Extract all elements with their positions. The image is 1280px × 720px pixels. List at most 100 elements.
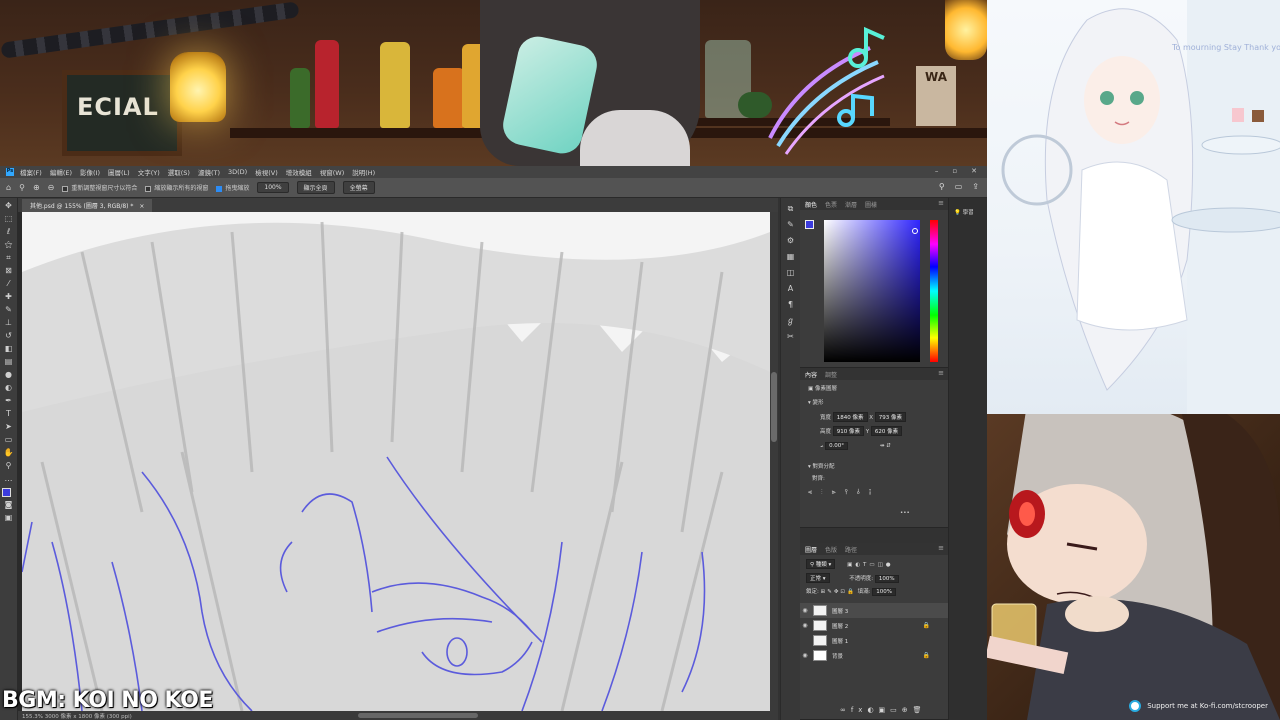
share-icon[interactable]: ⇪ [972, 182, 979, 191]
tab-properties[interactable]: 內容 [805, 370, 817, 379]
screen-mode-icon[interactable]: ▣ [3, 513, 15, 523]
menu-filter[interactable]: 濾鏡(T) [198, 167, 220, 177]
zoom-tool-icon[interactable]: ⚲ [19, 183, 25, 192]
menu-edit[interactable]: 編輯(E) [50, 167, 72, 177]
blend-mode-dropdown[interactable]: 正常 ▾ [806, 573, 830, 583]
fill-field[interactable]: 100% [872, 588, 896, 596]
panel-menu-icon[interactable]: ≡ [938, 369, 944, 377]
menu-type[interactable]: 文字(Y) [138, 167, 160, 177]
scrollbar-thumb[interactable] [771, 372, 777, 442]
scrubby-zoom-checkbox[interactable]: 拖曳縮放 [216, 183, 249, 192]
layer-row[interactable]: ◉ 背景 🔒 [800, 648, 948, 663]
blur-tool-icon[interactable]: ● [3, 370, 15, 380]
tab-swatches[interactable]: 色票 [825, 200, 837, 209]
foreground-color-swatch[interactable] [805, 220, 814, 229]
zoom-100-button[interactable]: 100% [257, 182, 289, 193]
minimize-icon[interactable]: – [935, 167, 939, 175]
tool-presets-icon[interactable]: ✂ [785, 332, 797, 342]
history-brush-tool-icon[interactable]: ↺ [3, 331, 15, 341]
canvas-area[interactable] [18, 212, 770, 711]
x-field[interactable]: 793 像素 [874, 412, 907, 422]
brush-tool-icon[interactable]: ✎ [3, 305, 15, 315]
swatches-icon[interactable]: ▦ [785, 252, 797, 262]
opacity-field[interactable]: 100% [874, 575, 899, 583]
zoom-in-icon[interactable]: ⊕ [33, 183, 40, 192]
visibility-eye-icon[interactable]: ◉ [800, 652, 810, 659]
zoom-tool-icon[interactable]: ⚲ [3, 461, 15, 471]
angle-field[interactable]: 0.00° [825, 442, 849, 450]
close-tab-icon[interactable]: × [139, 203, 144, 210]
character-panel-icon[interactable]: A [785, 284, 797, 294]
lasso-tool-icon[interactable]: ℓ [3, 227, 15, 237]
dodge-tool-icon[interactable]: ◐ [3, 383, 15, 393]
healing-brush-tool-icon[interactable]: ✚ [3, 292, 15, 302]
layer-actions[interactable]: ∞fx◐▣▭⊕🗑 [840, 706, 927, 714]
foreground-color-swatch[interactable] [2, 488, 11, 497]
horizontal-scrollbar-thumb[interactable] [358, 713, 478, 718]
eraser-tool-icon[interactable]: ◧ [3, 344, 15, 354]
close-icon[interactable]: ✕ [971, 167, 977, 175]
hue-slider[interactable] [930, 220, 938, 362]
libraries-icon[interactable]: ◫ [785, 268, 797, 278]
menu-view[interactable]: 檢視(V) [255, 167, 278, 177]
menu-plugins[interactable]: 增效模組 [286, 167, 312, 177]
fill-screen-button[interactable]: 全螢幕 [342, 181, 375, 194]
search-icon[interactable]: ⚲ [939, 182, 945, 191]
tab-patterns[interactable]: 圖樣 [865, 200, 877, 209]
layer-row[interactable]: 圖層 1 [800, 633, 948, 648]
document-canvas[interactable] [22, 212, 770, 711]
pen-tool-icon[interactable]: ✒ [3, 396, 15, 406]
tab-layers[interactable]: 圖層 [805, 545, 817, 554]
kind-filter-dropdown[interactable]: ⚲ 種類 ▾ [806, 559, 836, 569]
workspace-icon[interactable]: ▭ [955, 182, 963, 191]
panel-menu-icon[interactable]: ≡ [938, 544, 944, 552]
maximize-icon[interactable]: ▫ [952, 167, 957, 175]
marquee-tool-icon[interactable]: ⬚ [3, 214, 15, 224]
move-tool-icon[interactable]: ✥ [3, 201, 15, 211]
eyedropper-tool-icon[interactable]: ⁄ [3, 279, 15, 289]
flip-vertical-icon[interactable]: ⇵ [886, 443, 891, 449]
tab-paths[interactable]: 路徑 [845, 545, 857, 554]
hand-tool-icon[interactable]: ✋ [3, 448, 15, 458]
color-picker-handle[interactable] [912, 228, 918, 234]
tab-adjustments[interactable]: 調整 [825, 370, 837, 379]
menu-select[interactable]: 選取(S) [168, 167, 190, 177]
brush-settings-icon[interactable]: ✎ [785, 220, 797, 230]
home-icon[interactable]: ⌂ [6, 183, 11, 192]
menu-layer[interactable]: 圖層(L) [108, 167, 130, 177]
tab-color[interactable]: 顏色 [805, 200, 817, 209]
zoom-all-windows-checkbox[interactable]: 縮放顯示所有的視窗 [145, 183, 208, 192]
type-tool-icon[interactable]: T [3, 409, 15, 419]
filter-icons[interactable]: ▣◐T▭◫● [847, 562, 894, 568]
crop-tool-icon[interactable]: ⌗ [3, 253, 15, 263]
zoom-out-icon[interactable]: ⊖ [48, 183, 55, 192]
menu-file[interactable]: 檔案(F) [20, 167, 42, 177]
vertical-scrollbar[interactable] [770, 212, 778, 711]
glyphs-icon[interactable]: ℊ [785, 316, 797, 326]
lock-icons[interactable]: ⊞✎✥⊡🔒 [821, 589, 856, 595]
layer-row[interactable]: ◉ 圖層 2 🔒 [800, 618, 948, 633]
tab-channels[interactable]: 色版 [825, 545, 837, 554]
history-panel-icon[interactable]: ⧉ [785, 204, 797, 214]
visibility-eye-icon[interactable]: ◉ [800, 607, 810, 614]
stamp-tool-icon[interactable]: ⊥ [3, 318, 15, 328]
layer-row[interactable]: ◉ 圖層 3 [800, 603, 948, 618]
shape-tool-icon[interactable]: ▭ [3, 435, 15, 445]
menu-3d[interactable]: 3D(D) [228, 168, 247, 176]
menu-image[interactable]: 影像(I) [80, 167, 100, 177]
document-tab[interactable]: 其他.psd @ 155% (圖層 3, RGB/8) * × [22, 199, 153, 212]
align-buttons[interactable]: ⫷⫶⫸⫯⫰⫱ [808, 488, 880, 497]
color-field[interactable] [824, 220, 920, 362]
tab-gradients[interactable]: 漸層 [845, 200, 857, 209]
visibility-eye-icon[interactable]: ◉ [800, 622, 810, 629]
width-field[interactable]: 1840 像素 [832, 412, 868, 422]
flip-horizontal-icon[interactable]: ⇹ [880, 443, 885, 449]
y-field[interactable]: 620 像素 [870, 426, 903, 436]
gradient-tool-icon[interactable]: ▤ [3, 357, 15, 367]
more-tools-icon[interactable]: … [3, 474, 15, 484]
menu-window[interactable]: 視窗(W) [320, 167, 345, 177]
path-selection-tool-icon[interactable]: ➤ [3, 422, 15, 432]
kofi-link[interactable]: Support me at Ko-fi.com/stcrooper [1129, 700, 1268, 712]
paragraph-panel-icon[interactable]: ¶ [785, 300, 797, 310]
quick-mask-icon[interactable]: ◙ [3, 500, 15, 510]
